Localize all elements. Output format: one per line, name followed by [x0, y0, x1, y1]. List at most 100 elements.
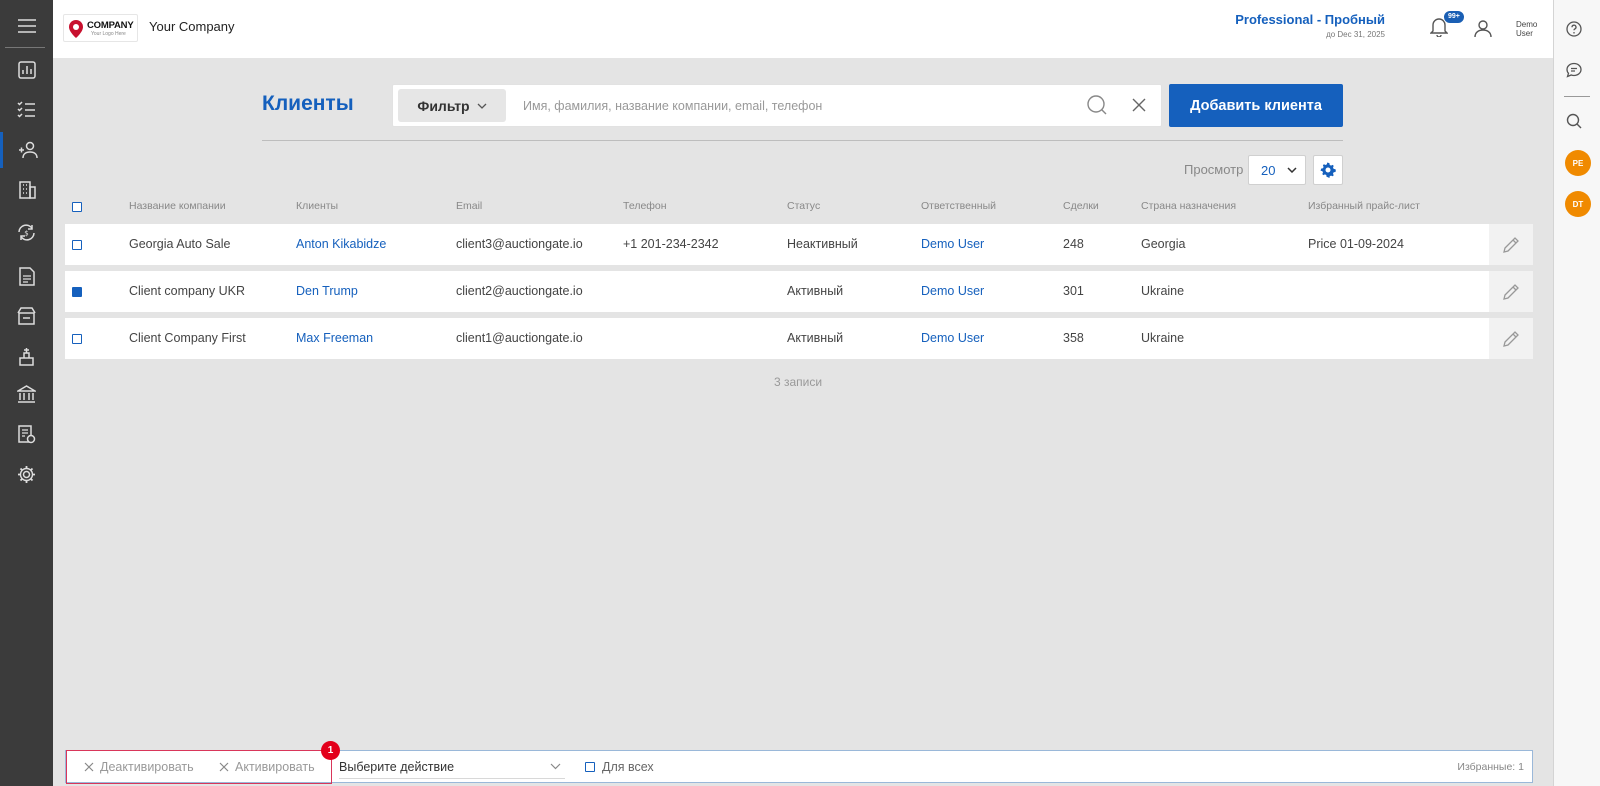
search-input[interactable]: [523, 93, 1063, 119]
country-cell: Ukraine: [1141, 284, 1185, 298]
status-cell: Неактивный: [787, 237, 858, 251]
plan-expiry: до Dec 31, 2025: [1326, 30, 1385, 39]
selected-count-badge: 1: [321, 741, 340, 760]
pencil-icon: [1503, 236, 1519, 253]
row-checkbox[interactable]: [72, 240, 82, 250]
building-icon[interactable]: [0, 172, 53, 208]
column-header[interactable]: Ответственный: [921, 200, 996, 212]
document-icon[interactable]: [0, 258, 53, 294]
add-client-button[interactable]: Добавить клиента: [1169, 84, 1343, 127]
filter-button[interactable]: Фильтр: [398, 89, 506, 122]
clients-icon[interactable]: [0, 132, 53, 168]
email-cell: client3@auctiongate.io: [456, 237, 583, 251]
user-icon[interactable]: [1473, 18, 1493, 38]
left-sidebar: $: [0, 0, 53, 786]
title-divider: [262, 140, 1343, 141]
avatar[interactable]: DT: [1565, 191, 1591, 217]
action-select[interactable]: Выберите действие: [339, 755, 565, 779]
country-cell: Georgia: [1141, 237, 1186, 251]
records-count: 3 записи: [774, 375, 823, 389]
plan-info[interactable]: Professional - Пробный до Dec 31, 2025: [1235, 12, 1385, 39]
activate-button[interactable]: Активировать: [219, 760, 315, 774]
manager-link[interactable]: Demo User: [921, 237, 984, 251]
user-name[interactable]: Demo User: [1516, 20, 1546, 38]
company-logo[interactable]: COMPANY Your Logo Here: [63, 14, 138, 42]
search-bar: Фильтр: [392, 84, 1162, 127]
table-header: Название компании Клиенты Email Телефон …: [65, 200, 1533, 216]
avatar[interactable]: PE: [1565, 150, 1591, 176]
logo-text: COMPANY: [87, 20, 134, 31]
deactivate-label: Деактивировать: [100, 760, 194, 774]
report-icon[interactable]: [0, 416, 53, 452]
table-row[interactable]: Client company UKR Den Trump client2@auc…: [65, 271, 1533, 312]
auction-icon[interactable]: [0, 338, 53, 374]
column-header[interactable]: Телефон: [623, 200, 667, 212]
company-cell: Client company UKR: [129, 284, 246, 298]
client-link[interactable]: Anton Kikabidze: [296, 237, 386, 251]
row-checkbox[interactable]: [72, 334, 82, 344]
column-header[interactable]: Клиенты: [296, 200, 338, 212]
edit-button[interactable]: [1489, 271, 1533, 312]
country-cell: Ukraine: [1141, 331, 1185, 345]
table-settings-button[interactable]: [1313, 155, 1343, 185]
close-icon: [219, 762, 229, 772]
deals-cell: 301: [1063, 284, 1084, 298]
exchange-icon[interactable]: $: [0, 214, 53, 250]
page-size-select[interactable]: 20: [1248, 155, 1306, 185]
manager-link[interactable]: Demo User: [921, 331, 984, 345]
table-row[interactable]: Georgia Auto Sale Anton Kikabidze client…: [65, 224, 1533, 265]
bulk-buttons-group: Деактивировать Активировать: [66, 750, 332, 784]
chevron-down-icon: [1287, 167, 1297, 173]
logo-subtext: Your Logo Here: [91, 31, 126, 37]
email-cell: client2@auctiongate.io: [456, 284, 583, 298]
select-all-checkbox[interactable]: [72, 202, 82, 212]
column-header[interactable]: Избранный прайс-лист: [1308, 200, 1420, 212]
page-title: Клиенты: [262, 92, 354, 115]
chat-icon[interactable]: [1566, 62, 1582, 78]
activate-label: Активировать: [235, 760, 315, 774]
column-header[interactable]: Статус: [787, 200, 820, 212]
table-row[interactable]: Client Company First Max Freeman client1…: [65, 318, 1533, 359]
column-header[interactable]: Сделки: [1063, 200, 1099, 212]
menu-icon[interactable]: [0, 8, 53, 44]
pricelist-cell: Price 01-09-2024: [1308, 237, 1404, 251]
client-link[interactable]: Max Freeman: [296, 331, 373, 345]
deals-cell: 248: [1063, 237, 1084, 251]
edit-button[interactable]: [1489, 318, 1533, 359]
list-checks-icon[interactable]: [0, 92, 53, 128]
phone-cell: +1 201-234-2342: [623, 237, 719, 251]
pencil-icon: [1503, 283, 1519, 300]
svg-text:$: $: [24, 229, 28, 237]
search-icon[interactable]: [1566, 113, 1582, 129]
company-cell: Georgia Auto Sale: [129, 237, 231, 251]
dashboard-chart-icon[interactable]: [0, 52, 53, 88]
gear-icon: [1320, 162, 1336, 178]
deactivate-button[interactable]: Деактивировать: [84, 760, 194, 774]
column-header[interactable]: Страна назначения: [1141, 200, 1236, 212]
column-header[interactable]: Название компании: [129, 200, 226, 212]
client-link[interactable]: Den Trump: [296, 284, 358, 298]
close-icon: [84, 762, 94, 772]
close-icon[interactable]: [1131, 97, 1147, 113]
help-icon[interactable]: [1566, 21, 1582, 37]
bank-icon[interactable]: [0, 376, 53, 412]
pencil-icon: [1503, 330, 1519, 347]
company-name: Your Company: [149, 19, 235, 34]
notification-badge: 99+: [1443, 10, 1465, 24]
manager-link[interactable]: Demo User: [921, 284, 984, 298]
edit-button[interactable]: [1489, 224, 1533, 265]
status-cell: Активный: [787, 331, 844, 345]
column-header[interactable]: Email: [456, 200, 482, 212]
action-select-value: Выберите действие: [339, 759, 455, 774]
row-checkbox[interactable]: [72, 287, 82, 297]
warehouse-icon[interactable]: [0, 298, 53, 334]
gear-icon[interactable]: [0, 456, 53, 492]
sidebar-divider: [5, 47, 45, 48]
search-icon[interactable]: [1086, 94, 1108, 116]
company-cell: Client Company First: [129, 331, 246, 345]
plan-name[interactable]: Professional - Пробный: [1235, 12, 1385, 27]
for-all-checkbox[interactable]: Для всех: [585, 760, 654, 774]
right-sidebar: PE DT: [1553, 0, 1600, 786]
for-all-label: Для всех: [602, 760, 654, 774]
for-all-box[interactable]: [585, 762, 595, 772]
